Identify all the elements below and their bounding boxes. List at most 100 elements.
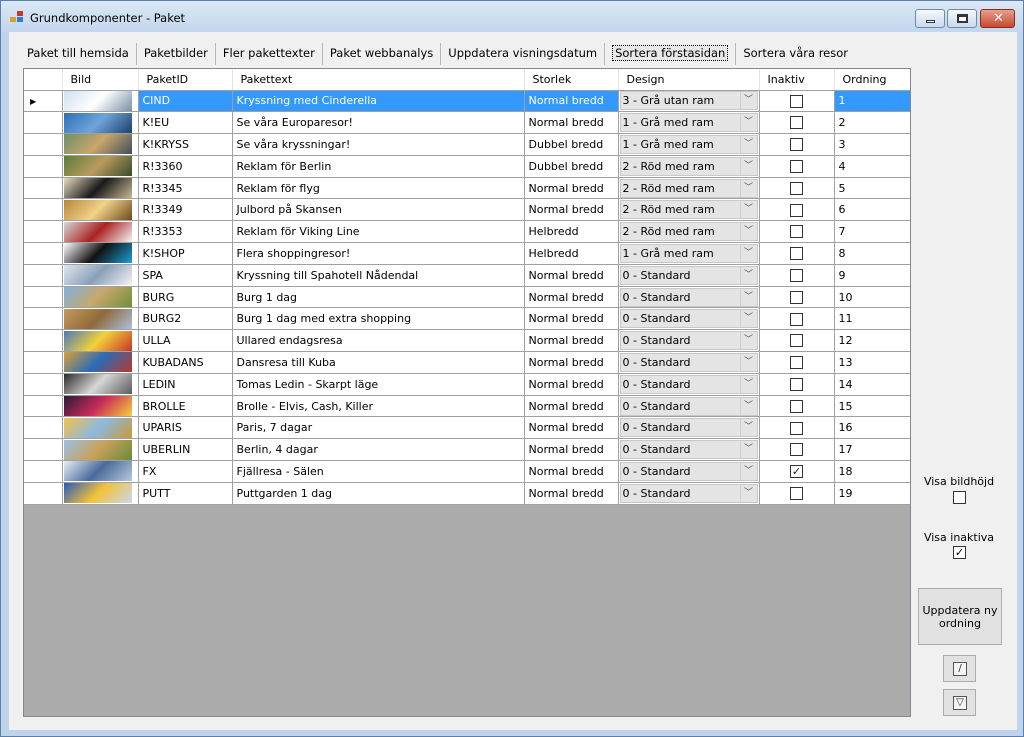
inaktiv-checkbox[interactable] bbox=[790, 160, 803, 174]
pakettext-cell[interactable]: Burg 1 dag med extra shopping bbox=[232, 307, 525, 331]
ordning-cell[interactable]: 15 bbox=[834, 395, 910, 418]
inaktiv-checkbox[interactable] bbox=[790, 247, 803, 261]
inaktiv-cell[interactable] bbox=[759, 220, 835, 244]
column-header-pakettext[interactable]: Pakettext bbox=[232, 69, 525, 91]
table-row[interactable]: K!KRYSS Se våra kryssningar! Dubbel bredd 1… bbox=[24, 133, 910, 156]
package-thumbnail-cell[interactable] bbox=[62, 264, 139, 287]
table-row[interactable]: BURG Burg 1 dag Normal bredd 0 - Standard ﹀ 1… bbox=[24, 286, 910, 309]
pakettext-cell[interactable]: Kryssning till Spahotell Nådendal bbox=[232, 264, 525, 287]
column-header-storlek[interactable]: Storlek bbox=[524, 69, 619, 91]
row-header[interactable] bbox=[24, 264, 63, 287]
row-header[interactable] bbox=[24, 351, 63, 374]
paketid-cell[interactable]: R!3360 bbox=[138, 155, 233, 178]
pakettext-cell[interactable]: Dansresa till Kuba bbox=[232, 351, 525, 374]
design-dropdown[interactable]: 0 - Standard ﹀ bbox=[619, 483, 758, 503]
table-row[interactable]: LEDIN Tomas Ledin - Skarpt läge Normal bre… bbox=[24, 373, 910, 396]
ordning-cell[interactable]: 4 bbox=[834, 155, 910, 178]
inaktiv-cell[interactable] bbox=[759, 133, 835, 156]
inaktiv-cell[interactable]: ✓ bbox=[759, 460, 835, 483]
design-cell[interactable]: 0 - Standard ﹀ bbox=[618, 482, 760, 505]
design-dropdown[interactable]: 1 - Grå med ram ﹀ bbox=[619, 113, 758, 133]
row-header[interactable] bbox=[24, 438, 63, 462]
paketid-cell[interactable]: BURG bbox=[138, 286, 233, 309]
column-header-bild[interactable]: Bild bbox=[62, 69, 139, 91]
design-dropdown[interactable]: 0 - Standard ﹀ bbox=[619, 396, 758, 416]
ordning-cell[interactable]: 18 bbox=[834, 460, 910, 483]
column-header-paketid[interactable]: PaketID bbox=[138, 69, 233, 91]
column-header-inaktiv[interactable]: Inaktiv bbox=[759, 69, 835, 91]
ordning-cell[interactable]: 8 bbox=[834, 242, 910, 265]
chevron-down-icon[interactable]: ﹀ bbox=[739, 92, 757, 110]
row-header[interactable] bbox=[24, 177, 63, 200]
design-dropdown[interactable]: 2 - Röd med ram ﹀ bbox=[619, 200, 758, 220]
design-cell[interactable]: 0 - Standard ﹀ bbox=[618, 351, 760, 374]
ordning-cell[interactable]: 2 bbox=[834, 111, 910, 135]
storlek-cell[interactable]: Normal bredd bbox=[524, 351, 619, 374]
design-cell[interactable]: 0 - Standard ﹀ bbox=[618, 373, 760, 396]
design-cell[interactable]: 2 - Röd med ram ﹀ bbox=[618, 220, 760, 244]
inaktiv-checkbox[interactable] bbox=[790, 94, 803, 108]
pakettext-cell[interactable]: Brolle - Elvis, Cash, Killer bbox=[232, 395, 525, 418]
pakettext-cell[interactable]: Julbord på Skansen bbox=[232, 198, 525, 222]
design-dropdown[interactable]: 0 - Standard ﹀ bbox=[619, 265, 758, 285]
column-header-ordning[interactable]: Ordning bbox=[834, 69, 910, 91]
storlek-cell[interactable]: Normal bredd bbox=[524, 177, 619, 200]
inaktiv-checkbox[interactable] bbox=[790, 181, 803, 195]
design-cell[interactable]: 2 - Röd med ram ﹀ bbox=[618, 177, 760, 200]
pakettext-cell[interactable]: Flera shoppingresor! bbox=[232, 242, 525, 265]
paketid-cell[interactable]: K!KRYSS bbox=[138, 133, 233, 156]
design-dropdown[interactable]: 1 - Grå med ram ﹀ bbox=[619, 243, 758, 263]
package-thumbnail-cell[interactable] bbox=[62, 438, 139, 462]
inaktiv-checkbox[interactable] bbox=[790, 203, 803, 217]
storlek-cell[interactable]: Normal bredd bbox=[524, 395, 619, 418]
design-cell[interactable]: 0 - Standard ﹀ bbox=[618, 286, 760, 309]
ordning-cell[interactable]: 17 bbox=[834, 438, 910, 462]
inaktiv-checkbox[interactable]: ✓ bbox=[790, 465, 803, 479]
table-row[interactable]: R!3360 Reklam för Berlin Dubbel bredd 2 - R… bbox=[24, 155, 910, 178]
design-dropdown[interactable]: 0 - Standard ﹀ bbox=[619, 352, 758, 372]
paketid-cell[interactable]: SPA bbox=[138, 264, 233, 287]
inaktiv-checkbox[interactable] bbox=[790, 225, 803, 239]
ordning-cell[interactable]: 10 bbox=[834, 286, 910, 309]
ordning-cell[interactable]: 13 bbox=[834, 351, 910, 374]
tab-sortera-forstasidan[interactable]: Sortera förstasidan bbox=[605, 43, 737, 65]
inaktiv-checkbox[interactable] bbox=[790, 334, 803, 348]
storlek-cell[interactable]: Normal bredd bbox=[524, 198, 619, 222]
ordning-cell[interactable]: 12 bbox=[834, 329, 910, 353]
chevron-down-icon[interactable]: ﹀ bbox=[739, 157, 757, 175]
table-row[interactable]: R!3345 Reklam för flyg Normal bredd 2 - Röd… bbox=[24, 177, 910, 200]
design-cell[interactable]: 1 - Grå med ram ﹀ bbox=[618, 111, 760, 135]
design-dropdown[interactable]: 2 - Röd med ram ﹀ bbox=[619, 156, 758, 176]
ordning-cell[interactable]: 14 bbox=[834, 373, 910, 396]
paketid-cell[interactable]: ULLA bbox=[138, 329, 233, 353]
tab-paket-webbanalys[interactable]: Paket webbanalys bbox=[323, 43, 442, 65]
tab-paket-till-hemsida[interactable]: Paket till hemsida bbox=[20, 43, 137, 65]
inaktiv-cell[interactable] bbox=[759, 264, 835, 287]
design-cell[interactable]: 3 - Grå utan ram ﹀ bbox=[618, 90, 760, 113]
ordning-cell[interactable]: 6 bbox=[834, 198, 910, 222]
paketid-cell[interactable]: K!SHOP bbox=[138, 242, 233, 265]
tab-uppdatera-visningsdatum[interactable]: Uppdatera visningsdatum bbox=[441, 43, 606, 65]
design-dropdown[interactable]: 0 - Standard ﹀ bbox=[619, 418, 758, 438]
chevron-down-icon[interactable]: ﹀ bbox=[739, 201, 757, 219]
design-dropdown[interactable]: 0 - Standard ﹀ bbox=[619, 287, 758, 307]
inaktiv-cell[interactable] bbox=[759, 111, 835, 135]
design-dropdown[interactable]: 2 - Röd med ram ﹀ bbox=[619, 178, 758, 198]
package-grid[interactable]: Bild PaketID Pakettext Storlek Design In… bbox=[23, 68, 911, 717]
chevron-down-icon[interactable]: ﹀ bbox=[739, 353, 757, 371]
inaktiv-cell[interactable] bbox=[759, 90, 835, 113]
storlek-cell[interactable]: Normal bredd bbox=[524, 438, 619, 462]
ordning-cell[interactable]: 1 bbox=[834, 90, 910, 113]
row-header[interactable] bbox=[24, 286, 63, 309]
inaktiv-checkbox[interactable] bbox=[790, 290, 803, 304]
chevron-down-icon[interactable]: ﹀ bbox=[739, 310, 757, 328]
table-row[interactable]: BROLLE Brolle - Elvis, Cash, Killer Normal… bbox=[24, 395, 910, 418]
inaktiv-cell[interactable] bbox=[759, 307, 835, 331]
design-dropdown[interactable]: 0 - Standard ﹀ bbox=[619, 309, 758, 329]
package-thumbnail-cell[interactable] bbox=[62, 111, 139, 135]
package-thumbnail-cell[interactable] bbox=[62, 482, 139, 505]
chevron-down-icon[interactable]: ﹀ bbox=[739, 484, 757, 502]
visa-inaktiva-checkbox[interactable]: ✓ bbox=[953, 546, 966, 559]
inaktiv-checkbox[interactable] bbox=[790, 269, 803, 283]
ordning-cell[interactable]: 11 bbox=[834, 307, 910, 331]
